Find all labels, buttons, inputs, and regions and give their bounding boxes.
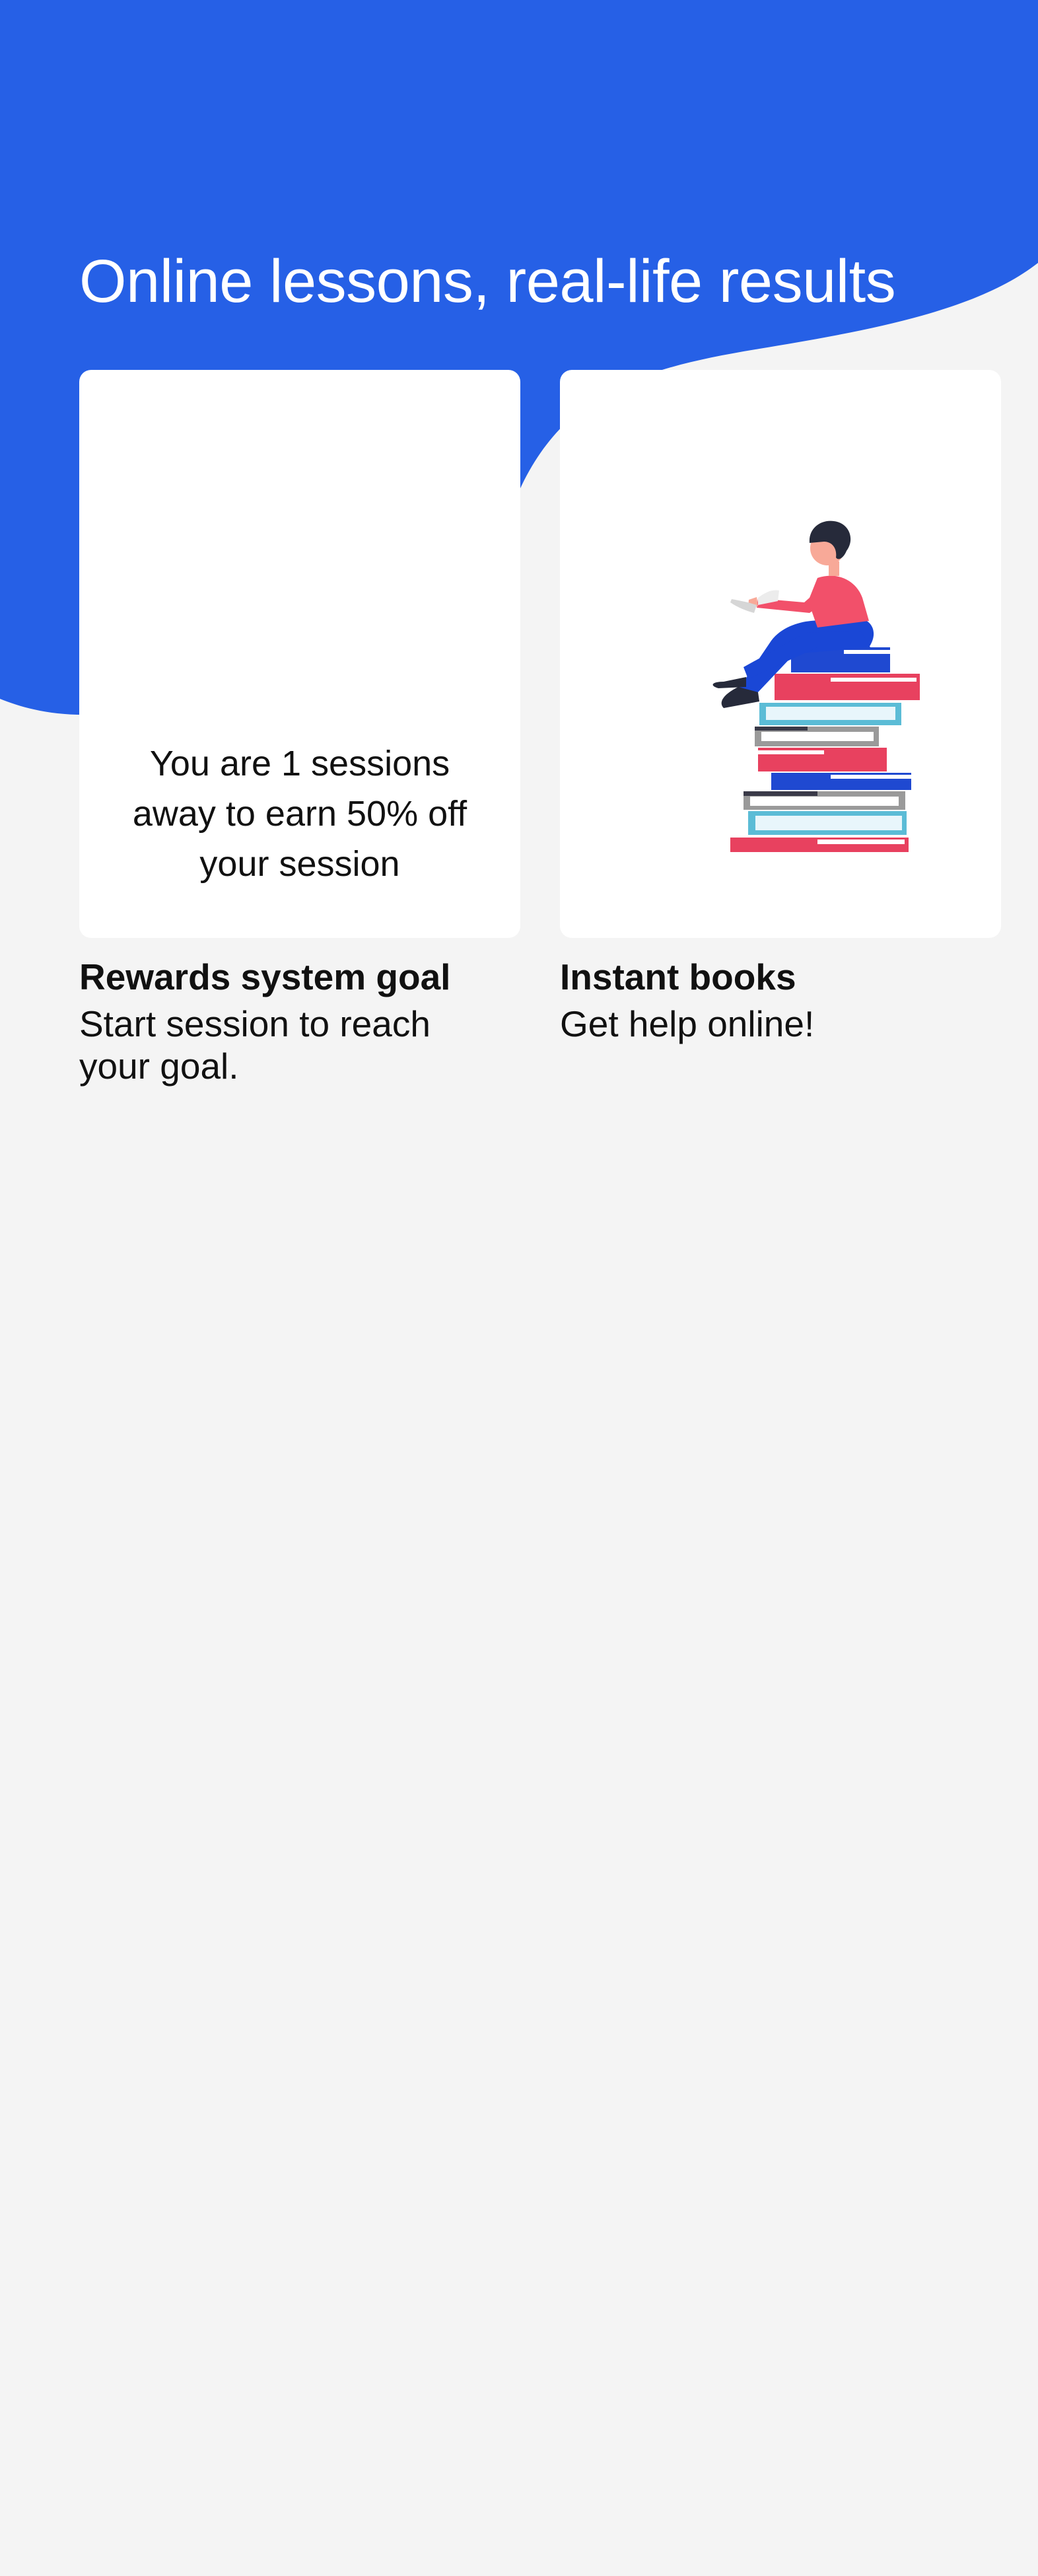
instant-books-description: Get help online! bbox=[560, 1003, 815, 1044]
instant-books-title: Instant books bbox=[560, 956, 796, 997]
rewards-caption: Rewards system goal Start session to rea… bbox=[79, 951, 520, 1087]
person-reading-on-books-illustration bbox=[712, 520, 920, 852]
page-title: Online lessons, real-life results bbox=[79, 248, 896, 315]
rewards-card[interactable]: You are 1 sessions away to earn 50% off … bbox=[79, 370, 520, 938]
rewards-title: Rewards system goal bbox=[79, 956, 451, 997]
instant-books-card[interactable] bbox=[560, 370, 1001, 938]
rewards-description: Start session to reach your goal. bbox=[79, 1003, 431, 1087]
rewards-progress-text: You are 1 sessions away to earn 50% off … bbox=[132, 744, 467, 884]
instant-books-caption: Instant books Get help online! bbox=[560, 951, 1001, 1045]
